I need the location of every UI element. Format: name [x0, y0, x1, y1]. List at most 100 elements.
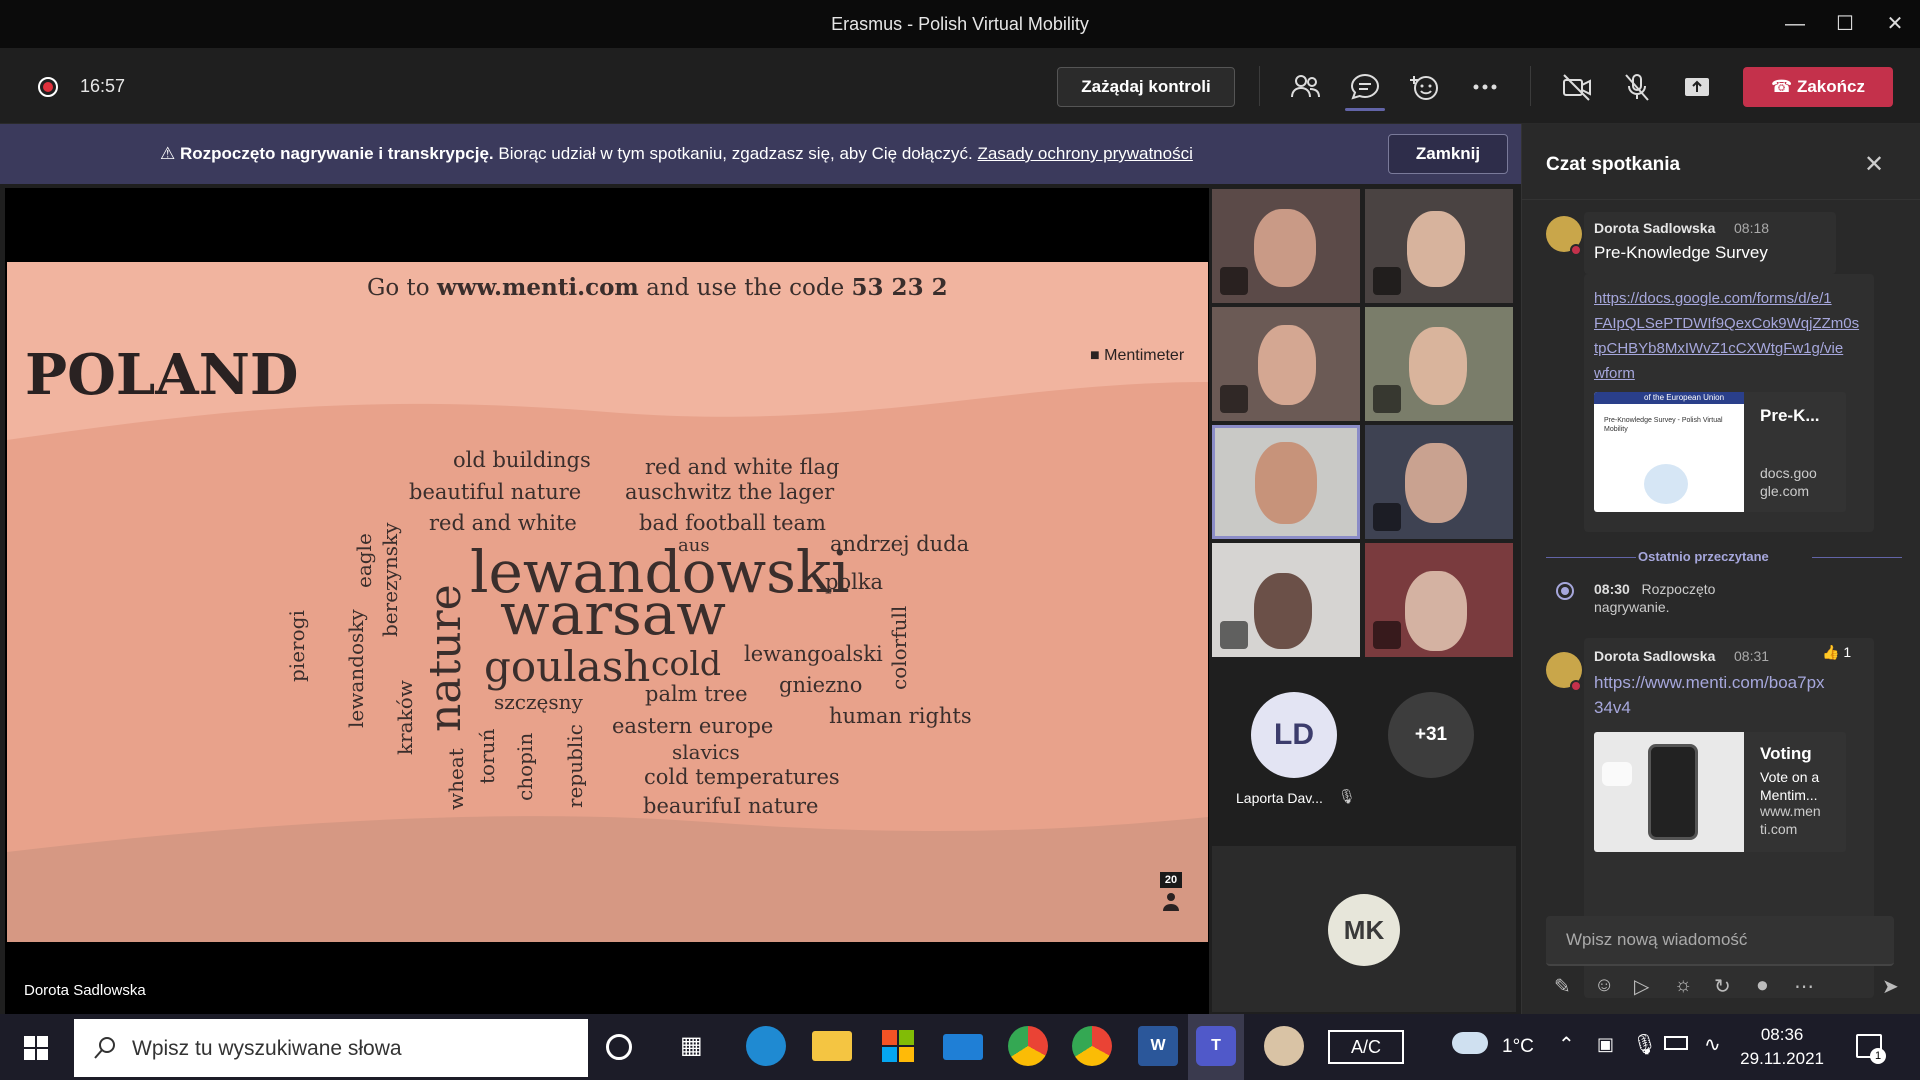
word: warsaw: [500, 580, 726, 648]
window-title: Erasmus - Polish Virtual Mobility: [831, 14, 1089, 34]
clock-date: 29.11.2021: [1740, 1049, 1824, 1068]
word-icon[interactable]: W: [1138, 1026, 1178, 1066]
mentimeter-brand: ■ Mentimeter: [1090, 347, 1185, 364]
meeting-timer: 16:57: [80, 76, 126, 96]
mentimeter-slide: Go to www.menti.com and use the code 53 …: [7, 262, 1208, 942]
link-preview-card[interactable]: Voting Vote on a Mentim... www.men ti.co…: [1594, 732, 1846, 852]
teams-icon[interactable]: T: [1196, 1026, 1236, 1066]
mail-icon[interactable]: [943, 1034, 983, 1060]
chrome-icon[interactable]: [1008, 1026, 1048, 1066]
word: chopin: [513, 732, 537, 801]
muted-mic-icon: [1220, 385, 1248, 413]
word: wheat: [444, 748, 468, 810]
participant-video[interactable]: [1212, 543, 1360, 657]
participant-video[interactable]: [1212, 307, 1360, 421]
wifi-icon[interactable]: ∿: [1704, 1032, 1721, 1057]
task-view-icon[interactable]: ▦: [680, 1026, 720, 1066]
face-shape: [1407, 211, 1465, 287]
windows-start-icon[interactable]: [24, 1036, 48, 1060]
face-shape: [1405, 443, 1467, 523]
attach-icon[interactable]: ⚫: [1754, 974, 1771, 999]
taskbar-clock[interactable]: 08:36 29.11.2021: [1740, 1023, 1824, 1071]
microphone-off-icon[interactable]: [1620, 70, 1654, 104]
emoji-icon[interactable]: ☺: [1594, 974, 1614, 997]
participant-avatar-mk[interactable]: MK: [1328, 894, 1400, 966]
format-icon[interactable]: ✎: [1554, 974, 1571, 999]
link-preview-thumbnail: [1594, 732, 1744, 852]
more-participants-button[interactable]: +31: [1388, 692, 1474, 778]
participant-video[interactable]: [1365, 307, 1513, 421]
chrome-profile-icon[interactable]: [1072, 1026, 1112, 1066]
weather-cloud-icon[interactable]: [1452, 1032, 1488, 1054]
reactions-icon[interactable]: [1408, 70, 1442, 104]
share-screen-icon[interactable]: [1680, 70, 1714, 104]
word: red and white flag: [645, 455, 840, 479]
notification-count: 1: [1870, 1048, 1886, 1064]
word: human rights: [829, 704, 972, 728]
chat-message: Dorota Sadlowska 08:18 Pre-Knowledge Sur…: [1584, 212, 1836, 274]
microphone-icon[interactable]: 🎙: [1632, 1032, 1657, 1057]
participant-avatar-ld[interactable]: LD: [1251, 692, 1337, 778]
muted-mic-icon: 🎙: [1338, 788, 1356, 804]
recording-banner: ⚠ Rozpoczęto nagrywanie i transkrypcję. …: [0, 124, 1521, 184]
close-chat-icon[interactable]: ✕: [1864, 150, 1884, 179]
link-preview-card[interactable]: of the European Union Pre-Knowledge Surv…: [1594, 392, 1846, 512]
reaction-like[interactable]: 👍 1: [1822, 644, 1851, 661]
face-shape: [1405, 571, 1467, 651]
minimize-button[interactable]: —: [1775, 8, 1815, 40]
chat-icon[interactable]: [1348, 70, 1382, 104]
meet-now-icon[interactable]: ▣: [1597, 1034, 1614, 1055]
privacy-policy-link[interactable]: Zasady ochrony prywatności: [977, 144, 1192, 163]
battery-icon[interactable]: [1664, 1036, 1688, 1050]
participant-video[interactable]: [1365, 189, 1513, 303]
windows-taskbar: Wpisz tu wyszukiwane słowa ▦ W T A/C 1°C…: [0, 1014, 1920, 1080]
camera-off-icon[interactable]: [1560, 70, 1594, 104]
menti-link[interactable]: https://www.menti.com/boa7px 34v4: [1594, 670, 1825, 720]
more-actions-icon[interactable]: ⋯: [1794, 974, 1814, 999]
file-explorer-icon[interactable]: [812, 1031, 852, 1061]
clock-time: 08:36: [1760, 1025, 1804, 1044]
word: kraków: [393, 680, 417, 755]
warning-icon: ⚠: [160, 144, 176, 163]
temperature[interactable]: 1°C: [1502, 1036, 1534, 1058]
message-input[interactable]: Wpisz nową wiadomość: [1546, 916, 1894, 966]
taskbar-search-box[interactable]: Wpisz tu wyszukiwane słowa: [74, 1019, 588, 1077]
word: berezynsky: [378, 522, 402, 637]
edge-icon[interactable]: [746, 1026, 786, 1066]
ac-indicator[interactable]: A/C: [1328, 1030, 1404, 1064]
end-call-button[interactable]: ☎ Zakończ: [1743, 67, 1893, 107]
participant-video[interactable]: [1212, 189, 1360, 303]
word: beaurifuI nature: [643, 794, 819, 818]
store-icon[interactable]: [878, 1026, 918, 1066]
word: old buildings: [453, 448, 591, 472]
hang-up-icon: ☎: [1771, 77, 1793, 96]
participants-icon[interactable]: [1288, 70, 1322, 104]
chat-header: Czat spotkania ✕: [1522, 124, 1920, 200]
muted-mic-icon: [1373, 621, 1401, 649]
chevron-up-icon[interactable]: ⌃: [1558, 1032, 1575, 1057]
maximize-button[interactable]: ☐: [1825, 8, 1865, 40]
cortana-icon[interactable]: [606, 1034, 632, 1060]
participant-video-active-speaker[interactable]: [1212, 425, 1360, 539]
meeting-toolbar: 16:57 Zażądaj kontroli ☎ Zakończ: [0, 48, 1920, 124]
toolbar-divider: [1530, 66, 1531, 106]
participant-video[interactable]: [1365, 543, 1513, 657]
audience-person-icon: [1163, 893, 1179, 911]
close-window-button[interactable]: ✕: [1875, 8, 1915, 40]
presenter-name: Dorota Sadlowska: [24, 982, 146, 999]
send-icon[interactable]: ➤: [1882, 974, 1899, 999]
busy-status-icon: [1570, 680, 1582, 692]
close-banner-button[interactable]: Zamknij: [1388, 134, 1508, 174]
loop-icon[interactable]: ↻: [1714, 974, 1731, 999]
survey-link[interactable]: https://docs.google.com/forms/d/e/1 FAIp…: [1594, 286, 1859, 386]
praise-icon[interactable]: ☼: [1674, 974, 1692, 997]
participant-video[interactable]: [1365, 425, 1513, 539]
request-control-button[interactable]: Zażądaj kontroli: [1057, 67, 1235, 107]
more-options-icon[interactable]: [1468, 70, 1502, 104]
word: bad football team: [639, 511, 826, 535]
banner-text: Biorąc udział w tym spotkaniu, zgadzasz …: [498, 144, 973, 163]
gif-icon[interactable]: ▷: [1634, 974, 1649, 999]
paint-icon[interactable]: [1264, 1026, 1304, 1066]
participant-tile-mk: MK: [1212, 846, 1516, 1012]
word: cold temperatures: [644, 765, 840, 789]
